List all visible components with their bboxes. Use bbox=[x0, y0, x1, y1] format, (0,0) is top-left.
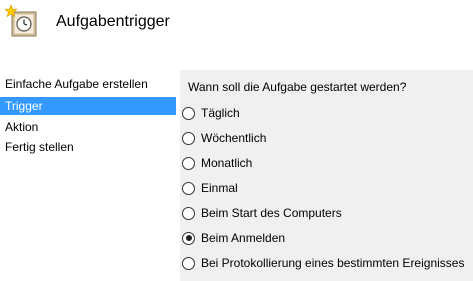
option-label: Täglich bbox=[201, 106, 240, 120]
radio-button[interactable] bbox=[182, 181, 195, 195]
radio-button[interactable] bbox=[182, 131, 195, 145]
option-einmal[interactable]: Einmal bbox=[182, 179, 467, 197]
radio-button-selected[interactable] bbox=[182, 231, 195, 245]
radio-button[interactable] bbox=[182, 256, 195, 270]
option-label: Bei Protokollierung eines bestimmten Ere… bbox=[201, 256, 465, 270]
wizard-steps-sidebar: Einfache Aufgabe erstellen Trigger Aktio… bbox=[0, 70, 180, 281]
option-label: Wöchentlich bbox=[201, 131, 267, 145]
option-label: Beim Anmelden bbox=[201, 231, 286, 245]
option-label: Beim Start des Computers bbox=[201, 206, 342, 220]
trigger-options-panel: Wann soll die Aufgabe gestartet werden? … bbox=[180, 70, 473, 281]
radio-button[interactable] bbox=[182, 206, 195, 220]
option-bei-protokollierung[interactable]: Bei Protokollierung eines bestimmten Ere… bbox=[182, 254, 467, 272]
step-einfache-aufgabe[interactable]: Einfache Aufgabe erstellen bbox=[0, 75, 176, 93]
radio-button[interactable] bbox=[182, 156, 195, 170]
step-fertig-stellen[interactable]: Fertig stellen bbox=[0, 138, 176, 156]
option-taeglich[interactable]: Täglich bbox=[182, 104, 467, 122]
option-label: Einmal bbox=[201, 181, 238, 195]
option-beim-anmelden[interactable]: Beim Anmelden bbox=[182, 229, 467, 247]
option-woechentlich[interactable]: Wöchentlich bbox=[182, 129, 467, 147]
task-scheduler-clock-icon bbox=[4, 4, 37, 37]
trigger-question: Wann soll die Aufgabe gestartet werden? bbox=[188, 80, 407, 94]
option-label: Monatlich bbox=[201, 156, 253, 170]
wizard-header: Aufgabentrigger bbox=[0, 0, 473, 70]
step-trigger[interactable]: Trigger bbox=[0, 97, 176, 115]
option-monatlich[interactable]: Monatlich bbox=[182, 154, 467, 172]
step-aktion[interactable]: Aktion bbox=[0, 118, 176, 136]
page-title: Aufgabentrigger bbox=[56, 13, 170, 30]
option-beim-start[interactable]: Beim Start des Computers bbox=[182, 204, 467, 222]
radio-button[interactable] bbox=[182, 106, 195, 120]
